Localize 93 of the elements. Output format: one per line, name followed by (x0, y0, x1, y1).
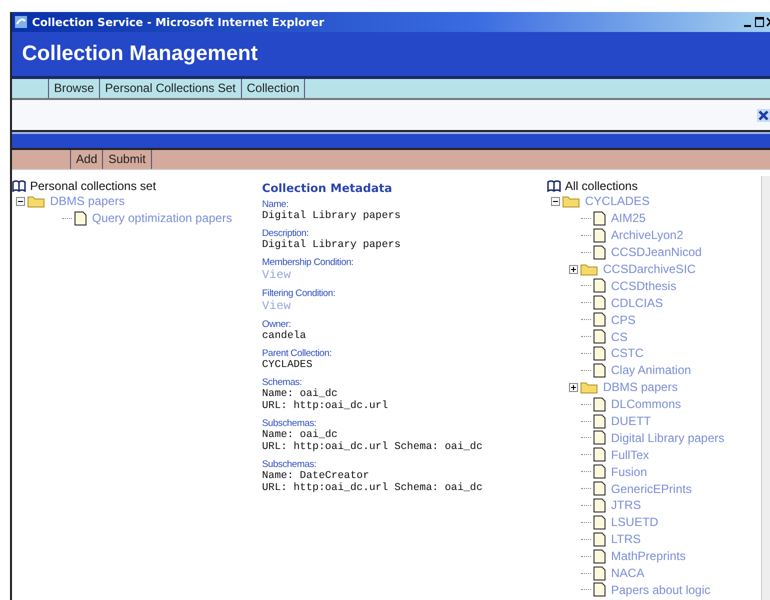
field-label: Parent Collection: (262, 348, 333, 359)
field-label: Owner: (262, 319, 292, 330)
tree-item[interactable]: CCSDJeanNicod (611, 245, 702, 260)
document-icon (74, 210, 87, 226)
book-icon (547, 180, 561, 192)
document-icon (593, 582, 606, 598)
view-link[interactable]: View (262, 268, 547, 282)
tree-item[interactable]: ArchiveLyon2 (611, 228, 684, 242)
folder-icon (562, 194, 580, 208)
tree-item[interactable]: Clay Animation (611, 363, 692, 378)
close-icon[interactable] (757, 108, 770, 122)
field-value: URL: http:oai_dc.url Schema: oai_dc (262, 441, 484, 453)
document-icon (593, 447, 606, 462)
action-button[interactable]: Submit (102, 150, 152, 169)
field-value: candela (262, 330, 308, 342)
field-value: Digital Library papers (262, 239, 402, 251)
tree-item[interactable]: DLCommons (611, 397, 682, 412)
document-icon (593, 481, 606, 496)
field-label: Description: (262, 228, 310, 239)
tree-item[interactable]: MathPreprints (611, 549, 686, 564)
tree-root-label: All collections (565, 178, 638, 192)
browser-icon (14, 15, 28, 29)
tree-item[interactable]: Papers about logic (611, 582, 710, 597)
collapse-icon[interactable] (551, 196, 560, 206)
folder-icon (580, 380, 598, 394)
field-value: Name: oai_dc (262, 388, 339, 400)
tree-item[interactable]: AIM25 (611, 211, 646, 226)
expand-icon[interactable] (569, 382, 578, 392)
field-label: Schemas: (262, 377, 303, 388)
tree-item[interactable]: CDLCIAS (611, 296, 664, 310)
field-value: Name: oai_dc (262, 429, 339, 441)
tree-item[interactable]: FullTex (611, 448, 650, 462)
maximize-icon[interactable] (754, 16, 765, 28)
document-icon (593, 278, 606, 294)
tree-item[interactable]: DBMS papers (50, 194, 125, 208)
tree-item[interactable]: CS (611, 330, 628, 344)
tree-item[interactable]: NACA (611, 566, 644, 580)
tree-item[interactable]: CPS (611, 312, 636, 327)
document-icon (593, 362, 606, 378)
expand-icon[interactable] (569, 264, 578, 274)
document-icon (593, 210, 606, 226)
folder-icon (27, 194, 45, 208)
field-label: Membership Condition: (262, 257, 354, 268)
tree-item[interactable]: Digital Library papers (611, 430, 724, 445)
document-icon (593, 295, 606, 310)
field-label: Name: (262, 199, 290, 210)
book-icon (12, 180, 26, 192)
tree-root-label: Personal collections set (30, 178, 156, 192)
tree-item[interactable]: CCSDthesis (611, 278, 676, 293)
field-value: URL: http:oai_dc.url (262, 400, 390, 412)
document-icon (593, 532, 606, 547)
tree-item[interactable]: DUETT (611, 414, 651, 428)
tree-item[interactable]: LSUETD (611, 515, 658, 530)
field-label: Subschemas: (262, 459, 318, 470)
tree-item[interactable]: Fusion (611, 464, 648, 479)
document-icon (593, 430, 606, 446)
collapse-icon[interactable] (16, 196, 25, 206)
nav-tab[interactable]: Browse (48, 79, 100, 98)
page-title: Collection Management (22, 42, 258, 66)
tree-item[interactable]: LTRS (611, 532, 641, 546)
tree-item[interactable]: JTRS (611, 498, 641, 512)
tree-item[interactable]: DBMS papers (603, 380, 678, 394)
document-icon (593, 548, 606, 564)
folder-icon (580, 262, 598, 276)
tree-item[interactable]: CYCLADES (585, 194, 650, 208)
view-link[interactable]: View (262, 299, 547, 313)
document-icon (593, 329, 606, 344)
document-icon (593, 566, 606, 581)
document-icon (593, 312, 606, 328)
field-label: Filtering Condition: (262, 288, 336, 299)
document-icon (593, 244, 606, 260)
nav-tab[interactable]: Personal Collections Set (99, 79, 241, 98)
field-label: Subschemas: (262, 418, 318, 429)
document-icon (593, 514, 606, 530)
tree-item[interactable]: CCSDarchiveSIC (603, 262, 696, 276)
tree-item[interactable]: Query optimization papers (92, 211, 232, 226)
action-button[interactable]: Add (70, 150, 102, 169)
field-value: Digital Library papers (262, 210, 402, 222)
window-title: Collection Service - Microsoft Internet Explorer (32, 16, 324, 28)
field-value: URL: http:oai_dc.url Schema: oai_dc (262, 482, 484, 494)
section-title: Collection Metadata (262, 181, 394, 195)
tree-item[interactable]: GenericEPrints (611, 482, 692, 496)
document-icon (593, 396, 606, 412)
document-icon (593, 464, 606, 480)
nav-tab[interactable]: Collection (240, 79, 306, 98)
document-icon (593, 346, 606, 361)
tree-item[interactable]: CSTC (611, 346, 644, 360)
field-value: CYCLADES (262, 359, 314, 371)
field-value: Name: DateCreator (262, 470, 370, 482)
document-icon (593, 414, 606, 429)
document-icon (593, 498, 606, 513)
vertical-scrollbar[interactable] (761, 176, 770, 600)
document-icon (593, 228, 606, 243)
